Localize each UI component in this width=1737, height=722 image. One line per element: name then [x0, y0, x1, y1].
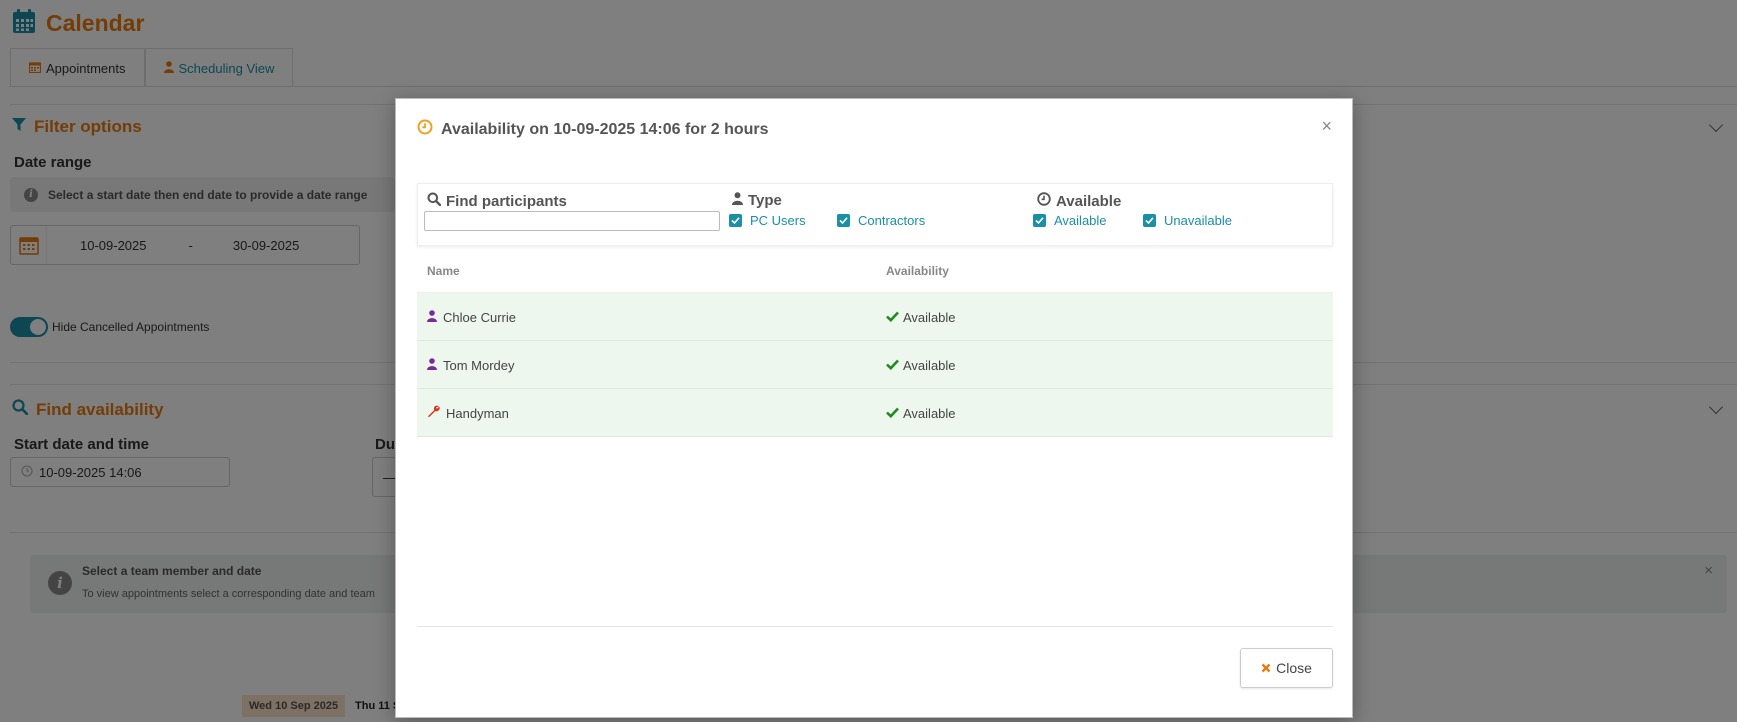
find-participants-header: Find participants: [427, 192, 567, 210]
table-row[interactable]: Chloe Currie Available: [417, 293, 1333, 341]
participant-name: Handyman: [446, 405, 509, 421]
wrench-icon: [427, 405, 440, 421]
column-header-availability[interactable]: Availability: [886, 264, 949, 278]
availability-cell: Available: [886, 293, 956, 341]
participant-name: Tom Mordey: [443, 357, 515, 373]
unavailable-checkbox[interactable]: Unavailable: [1143, 213, 1232, 228]
participant-filters: Find participants Type PC Users Contract…: [417, 183, 1333, 246]
available-checkbox[interactable]: Available: [1033, 213, 1107, 228]
pc-users-label: PC Users: [750, 213, 806, 228]
type-label: Type: [748, 192, 782, 209]
close-button[interactable]: Close: [1240, 648, 1333, 688]
checkbox-checked-icon: [837, 214, 850, 227]
participant-cell: Chloe Currie: [427, 293, 516, 341]
table-header: Name Availability: [417, 247, 1333, 293]
clock-icon: [1037, 192, 1051, 210]
type-filter-header: Type: [732, 192, 782, 209]
checkbox-checked-icon: [1143, 214, 1156, 227]
availability-modal: Availability on 10-09-2025 14:06 for 2 h…: [395, 98, 1353, 718]
unavailable-option-label: Unavailable: [1164, 213, 1232, 228]
availability-status: Available: [903, 357, 956, 373]
availability-cell: Available: [886, 341, 956, 389]
search-icon: [427, 192, 442, 210]
checkbox-checked-icon: [1033, 214, 1046, 227]
user-icon: [427, 309, 437, 325]
available-filter-header: Available: [1037, 192, 1121, 210]
checkbox-checked-icon: [729, 214, 742, 227]
column-header-name[interactable]: Name: [427, 264, 460, 278]
check-icon: [886, 406, 899, 421]
clock-icon: [417, 119, 433, 140]
available-option-label: Available: [1054, 213, 1107, 228]
modal-title: Availability on 10-09-2025 14:06 for 2 h…: [441, 120, 769, 138]
find-participants-input[interactable]: [424, 211, 720, 231]
modal-footer-divider: [417, 626, 1333, 627]
contractors-checkbox[interactable]: Contractors: [837, 213, 925, 228]
availability-status: Available: [903, 405, 956, 421]
contractors-label: Contractors: [858, 213, 926, 228]
times-icon: [1261, 660, 1271, 676]
modal-close-icon[interactable]: ×: [1321, 117, 1332, 135]
check-icon: [886, 310, 899, 325]
table-row[interactable]: Tom Mordey Available: [417, 341, 1333, 389]
pc-users-checkbox[interactable]: PC Users: [729, 213, 806, 228]
table-row[interactable]: Handyman Available: [417, 389, 1333, 437]
user-icon: [732, 192, 743, 209]
close-button-label: Close: [1276, 660, 1312, 676]
participant-cell: Tom Mordey: [427, 341, 515, 389]
availability-cell: Available: [886, 389, 956, 437]
available-label: Available: [1056, 192, 1122, 210]
modal-header: Availability on 10-09-2025 14:06 for 2 h…: [417, 119, 769, 140]
find-participants-label: Find participants: [446, 192, 567, 210]
user-icon: [427, 357, 437, 373]
participant-name: Chloe Currie: [443, 309, 516, 325]
check-icon: [886, 358, 899, 373]
availability-status: Available: [903, 309, 956, 325]
participant-cell: Handyman: [427, 389, 509, 437]
participants-table: Name Availability Chloe Currie Available: [417, 247, 1333, 437]
